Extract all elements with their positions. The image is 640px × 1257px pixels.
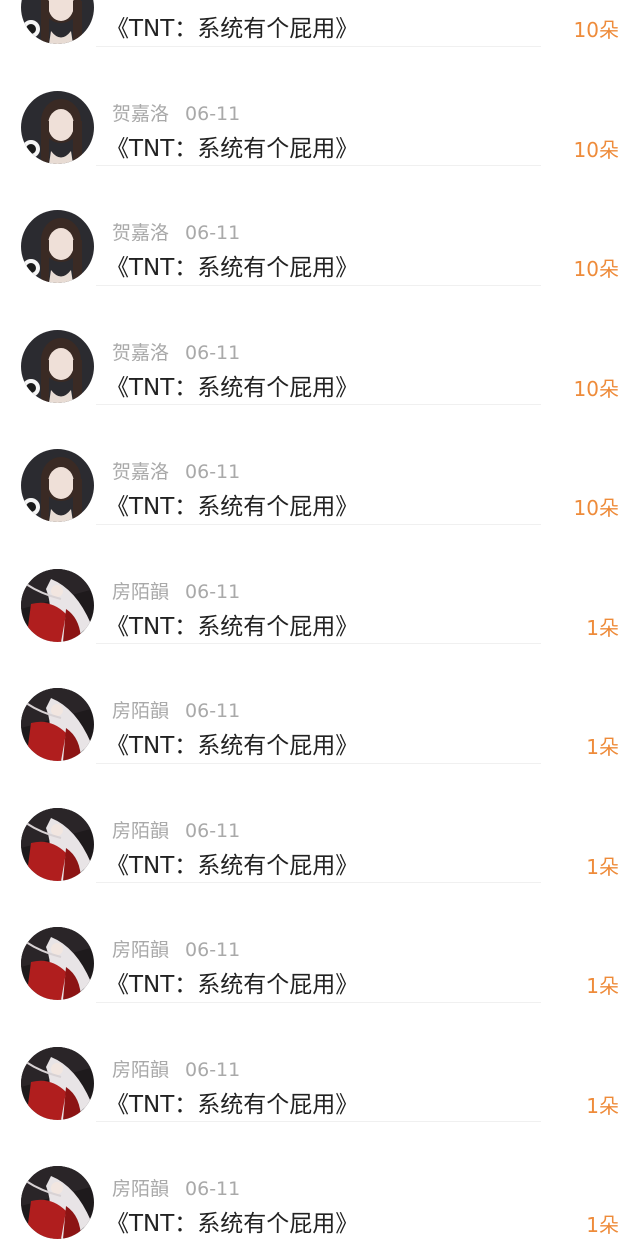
comment-title[interactable]: 《TNT：系统有个屁用》 bbox=[106, 967, 358, 1003]
list-item[interactable]: 房陌韻 06-11 《TNT：系统有个屁用》 1朵 bbox=[0, 525, 640, 645]
username[interactable]: 房陌韻 bbox=[112, 939, 169, 961]
flower-count: 10朵 bbox=[573, 496, 619, 520]
comment-title[interactable]: 《TNT：系统有个屁用》 bbox=[106, 1206, 358, 1242]
list-item[interactable]: 房陌韻 06-11 《TNT：系统有个屁用》 1朵 bbox=[0, 1122, 640, 1242]
list-item[interactable]: 贺嘉洛 06-11 《TNT：系统有个屁用》 10朵 bbox=[0, 405, 640, 525]
avatar[interactable] bbox=[21, 568, 94, 642]
comment-date: 06-11 bbox=[185, 819, 241, 842]
username[interactable]: 贺嘉洛 bbox=[112, 461, 169, 483]
avatar[interactable] bbox=[21, 807, 94, 881]
comment-title[interactable]: 《TNT：系统有个屁用》 bbox=[106, 728, 358, 764]
list-item[interactable]: 《TNT：系统有个屁用》 10朵 bbox=[0, 0, 640, 47]
comment-title[interactable]: 《TNT：系统有个屁用》 bbox=[106, 848, 358, 884]
comment-title[interactable]: 《TNT：系统有个屁用》 bbox=[106, 1087, 358, 1123]
comment-date: 06-11 bbox=[185, 580, 241, 603]
username[interactable]: 贺嘉洛 bbox=[112, 342, 169, 364]
comment-meta bbox=[112, 0, 128, 9]
flower-count: 1朵 bbox=[586, 615, 619, 640]
comment-date: 06-11 bbox=[185, 102, 241, 125]
avatar[interactable] bbox=[21, 1166, 94, 1239]
list-item[interactable]: 房陌韻 06-11 《TNT：系统有个屁用》 1朵 bbox=[0, 644, 640, 764]
avatar[interactable] bbox=[21, 0, 94, 44]
username[interactable]: 房陌韻 bbox=[112, 700, 169, 722]
avatar[interactable] bbox=[21, 90, 94, 164]
avatar[interactable] bbox=[21, 329, 94, 403]
list-item[interactable]: 房陌韻 06-11 《TNT：系统有个屁用》 1朵 bbox=[0, 1003, 640, 1123]
comment-meta: 房陌韻 06-11 bbox=[112, 816, 240, 846]
username[interactable]: 贺嘉洛 bbox=[112, 103, 169, 125]
comment-title[interactable]: 《TNT：系统有个屁用》 bbox=[106, 489, 358, 525]
comment-meta: 贺嘉洛 06-11 bbox=[112, 457, 240, 487]
flower-count: 1朵 bbox=[586, 974, 619, 998]
comment-date: 06-11 bbox=[185, 461, 241, 483]
comment-meta: 房陌韻 06-11 bbox=[112, 1174, 240, 1204]
comment-title[interactable]: 《TNT：系统有个屁用》 bbox=[106, 609, 358, 645]
comment-date: 06-11 bbox=[185, 939, 241, 961]
avatar[interactable] bbox=[21, 927, 94, 1000]
username[interactable]: 房陌韻 bbox=[112, 581, 169, 603]
avatar[interactable] bbox=[21, 1046, 94, 1120]
comment-meta: 房陌韻 06-11 bbox=[112, 577, 240, 607]
comment-date: 06-11 bbox=[185, 222, 241, 244]
comment-meta: 贺嘉洛 06-11 bbox=[112, 99, 240, 129]
comment-meta: 房陌韻 06-11 bbox=[112, 696, 240, 726]
username[interactable]: 房陌韻 bbox=[112, 820, 169, 842]
username[interactable]: 房陌韻 bbox=[112, 1059, 169, 1081]
comment-date: 06-11 bbox=[185, 341, 241, 364]
flower-count: 10朵 bbox=[573, 18, 619, 42]
comment-meta: 贺嘉洛 06-11 bbox=[112, 218, 240, 248]
comment-title[interactable]: 《TNT：系统有个屁用》 bbox=[106, 250, 358, 286]
comment-meta: 房陌韻 06-11 bbox=[112, 935, 240, 965]
comment-title[interactable]: 《TNT：系统有个屁用》 bbox=[106, 11, 358, 47]
flower-count: 1朵 bbox=[586, 854, 619, 879]
avatar[interactable] bbox=[21, 688, 94, 761]
comment-meta: 房陌韻 06-11 bbox=[112, 1055, 240, 1085]
list-item[interactable]: 贺嘉洛 06-11 《TNT：系统有个屁用》 10朵 bbox=[0, 166, 640, 286]
flower-count: 1朵 bbox=[586, 1093, 619, 1118]
username[interactable]: 房陌韻 bbox=[112, 1178, 169, 1200]
comment-date: 06-11 bbox=[185, 1058, 241, 1081]
list-item[interactable]: 房陌韻 06-11 《TNT：系统有个屁用》 1朵 bbox=[0, 883, 640, 1003]
flower-count: 1朵 bbox=[586, 1213, 619, 1237]
comment-date: 06-11 bbox=[185, 1178, 241, 1200]
comment-list: 《TNT：系统有个屁用》 10朵 贺嘉洛 06-11 《TNT：系统有个屁用》 1… bbox=[0, 0, 640, 1242]
flower-count: 1朵 bbox=[586, 735, 619, 759]
comment-title[interactable]: 《TNT：系统有个屁用》 bbox=[106, 131, 358, 167]
list-item[interactable]: 贺嘉洛 06-11 《TNT：系统有个屁用》 10朵 bbox=[0, 286, 640, 406]
avatar[interactable] bbox=[21, 449, 94, 522]
comment-meta: 贺嘉洛 06-11 bbox=[112, 338, 240, 368]
flower-count: 10朵 bbox=[573, 376, 619, 401]
comment-title[interactable]: 《TNT：系统有个屁用》 bbox=[106, 370, 358, 406]
list-item[interactable]: 贺嘉洛 06-11 《TNT：系统有个屁用》 10朵 bbox=[0, 47, 640, 167]
flower-count: 10朵 bbox=[573, 257, 619, 281]
flower-count: 10朵 bbox=[573, 137, 619, 162]
avatar[interactable] bbox=[21, 210, 94, 283]
comment-date: 06-11 bbox=[185, 700, 241, 722]
username[interactable]: 贺嘉洛 bbox=[112, 222, 169, 244]
list-item[interactable]: 房陌韻 06-11 《TNT：系统有个屁用》 1朵 bbox=[0, 764, 640, 884]
